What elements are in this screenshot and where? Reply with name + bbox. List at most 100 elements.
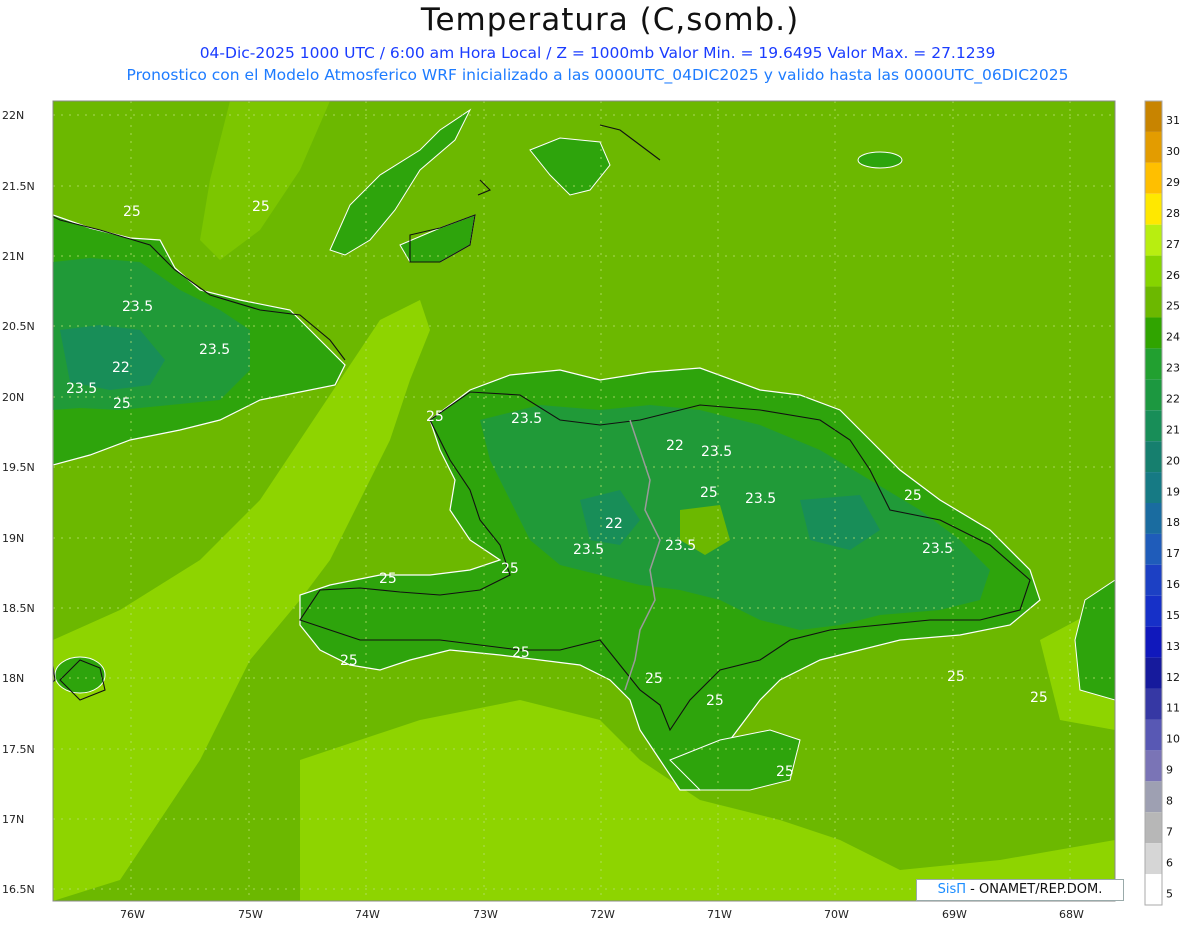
- colorbar-label: 11: [1166, 702, 1180, 715]
- colorbar-swatch: [1145, 379, 1162, 411]
- lon-label: 73W: [473, 908, 498, 921]
- contour-label: 22: [605, 516, 623, 532]
- colorbar-swatch: [1145, 503, 1162, 534]
- contour-label: 25: [340, 653, 358, 669]
- contour-label: 25: [904, 488, 922, 504]
- colorbar-label: 7: [1166, 825, 1173, 838]
- colorbar-swatch: [1145, 131, 1162, 163]
- colorbar-label: 16: [1166, 578, 1180, 591]
- lat-label: 18N: [2, 672, 24, 685]
- lat-label: 21N: [2, 250, 24, 263]
- contour-label: 25: [113, 396, 131, 412]
- colorbar-swatch: [1145, 750, 1162, 782]
- contour-label: 25: [501, 561, 519, 577]
- colorbar-label: 23: [1166, 362, 1180, 375]
- longitude-labels: 76W 75W 74W 73W 72W 71W 70W 69W 68W: [120, 908, 1084, 921]
- contour-label: 25: [645, 671, 663, 687]
- colorbar-label: 20: [1166, 454, 1180, 467]
- lon-label: 74W: [355, 908, 380, 921]
- colorbar-swatch: [1145, 441, 1162, 473]
- contour-label: 23.5: [573, 542, 604, 558]
- colorbar-label: 15: [1166, 609, 1180, 622]
- lon-label: 70W: [824, 908, 849, 921]
- contour-label: 25: [512, 645, 530, 661]
- colorbar-label: 28: [1166, 207, 1180, 220]
- colorbar-swatch: [1145, 657, 1162, 689]
- colorbar-swatch: [1145, 317, 1162, 349]
- colorbar-swatch: [1145, 843, 1162, 875]
- contour-label: 23.5: [922, 541, 953, 557]
- colorbar-label: 29: [1166, 176, 1180, 189]
- colorbar-swatch: [1145, 193, 1162, 225]
- colorbar-swatch: [1145, 626, 1162, 658]
- contour-label: 25: [700, 485, 718, 501]
- contour-label: 25: [426, 409, 444, 425]
- colorbar-label: 25: [1166, 300, 1180, 313]
- lat-label: 16.5N: [2, 883, 35, 896]
- colorbar-label: 31: [1166, 114, 1180, 127]
- lat-label: 18.5N: [2, 602, 35, 615]
- lat-label: 21.5N: [2, 180, 35, 193]
- credit-text: - ONAMET/REP.DOM.: [970, 882, 1103, 897]
- lat-label: 17.5N: [2, 743, 35, 756]
- lon-label: 75W: [238, 908, 263, 921]
- lat-label: 19.5N: [2, 461, 35, 474]
- lat-label: 17N: [2, 813, 24, 826]
- jamaica-tip: [54, 656, 106, 694]
- colorbar-label: 12: [1166, 671, 1180, 684]
- contour-label: 25: [123, 204, 141, 220]
- sispi-logo-text: SisΠ: [937, 882, 967, 897]
- temperature-map: 25 23.5 22 25 23.5 25 23.5 22 23.5 25 23…: [2, 100, 1180, 921]
- colorbar-label: 30: [1166, 145, 1180, 158]
- colorbar-swatch: [1145, 162, 1162, 194]
- lon-label: 69W: [942, 908, 967, 921]
- lat-label: 19N: [2, 532, 24, 545]
- colorbar-label: 6: [1166, 856, 1173, 869]
- colorbar-label: 5: [1166, 887, 1173, 900]
- colorbar-swatch: [1145, 255, 1162, 287]
- colorbar-swatch: [1145, 564, 1162, 596]
- lon-label: 68W: [1059, 908, 1084, 921]
- colorbar-swatch: [1145, 348, 1162, 380]
- credit-box: SisΠ - ONAMET/REP.DOM.: [916, 879, 1124, 901]
- colorbar-label: 8: [1166, 795, 1173, 808]
- contour-label: 23.5: [66, 381, 97, 397]
- colorbar-swatch: [1145, 224, 1162, 256]
- colorbar-label: 17: [1166, 547, 1180, 560]
- contour-label: 23.5: [199, 342, 230, 358]
- lat-label: 20N: [2, 391, 24, 404]
- colorbar-swatch: [1145, 781, 1162, 813]
- colorbar-label: 10: [1166, 733, 1180, 746]
- contour-label: 23.5: [122, 299, 153, 315]
- colorbar-swatch: [1145, 472, 1162, 503]
- colorbar-label: 21: [1166, 423, 1180, 436]
- lon-label: 76W: [120, 908, 145, 921]
- colorbar-label: 27: [1166, 238, 1180, 251]
- contour-label: 22: [666, 438, 684, 454]
- contour-label: 22: [112, 360, 130, 376]
- colorbar-label: 13: [1166, 640, 1180, 653]
- colorbar-swatch: [1145, 719, 1162, 751]
- contour-label: 25: [252, 199, 270, 215]
- colorbar-swatch: [1145, 874, 1162, 905]
- colorbar-label: 18: [1166, 516, 1180, 529]
- contour-label: 25: [776, 764, 794, 780]
- contour-label: 25: [706, 693, 724, 709]
- colorbar-label: 26: [1166, 269, 1180, 282]
- latitude-labels: 22N 21.5N 21N 20.5N 20N 19.5N 19N 18.5N …: [2, 109, 35, 896]
- colorbar-swatch: [1145, 688, 1162, 720]
- contour-label: 23.5: [745, 491, 776, 507]
- colorbar-label: 24: [1166, 331, 1180, 344]
- contour-label: 25: [1030, 690, 1048, 706]
- colorbar-label: 22: [1166, 393, 1180, 406]
- small-island: [857, 151, 903, 169]
- colorbar-swatch: [1145, 533, 1162, 565]
- contour-label: 23.5: [665, 538, 696, 554]
- lon-label: 72W: [590, 908, 615, 921]
- colorbar-label: 19: [1166, 485, 1180, 498]
- colorbar-label: 9: [1166, 764, 1173, 777]
- colorbar: 31 30 29 28 27 26 25 24 23 22 21 20 19 18 17 16 15 13 12 11…: [1144, 100, 1180, 906]
- colorbar-swatch: [1145, 595, 1162, 627]
- lat-label: 22N: [2, 109, 24, 122]
- colorbar-swatch: [1145, 286, 1162, 318]
